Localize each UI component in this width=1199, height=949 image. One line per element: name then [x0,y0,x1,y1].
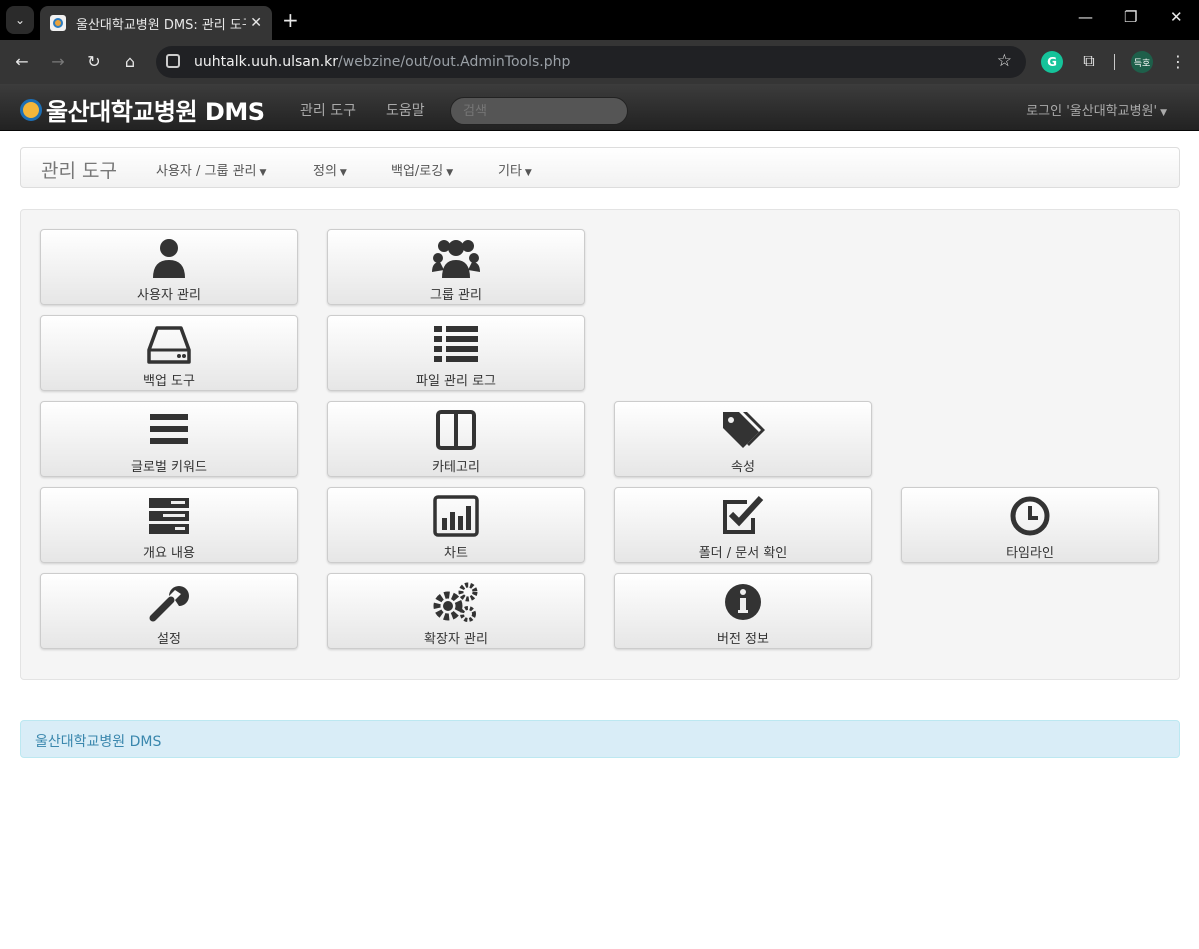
url-host: uuhtalk.uuh.ulsan.kr [194,54,339,70]
grammarly-extension-icon[interactable]: G [1041,51,1063,73]
tasks-icon [149,498,189,534]
attributes-button[interactable]: 속성 [614,401,872,477]
timeline-button[interactable]: 타임라인 [901,487,1159,563]
user-menu[interactable]: 로그인 '울산대학교병원' ▼ [1026,100,1167,119]
charts-button[interactable]: 차트 [327,487,585,563]
subnav-backup-logging-menu[interactable]: 백업/로깅 ▼ [391,160,453,179]
address-bar[interactable]: uuhtalk.uuh.ulsan.kr /webzine/out/out.Ad… [156,46,1026,78]
tile-label: 개요 내용 [143,546,195,561]
bookmark-star-icon[interactable]: ☆ [997,51,1012,71]
browser-tabbar: ⌄ 울산대학교병원 DMS: 관리 도구 ✕ + — ❐ ✕ [0,0,1199,40]
folder-document-check-button[interactable]: 폴더 / 문서 확인 [614,487,872,563]
user-menu-label: 로그인 '울산대학교병원' [1026,104,1158,119]
info-icon [725,584,761,620]
file-log-button[interactable]: 파일 관리 로그 [327,315,585,391]
extensions-puzzle-icon[interactable]: ⧉ [1078,51,1100,73]
subnav-item-label: 백업/로깅 [391,164,444,179]
nav-link-admin-tools[interactable]: 관리 도구 [300,100,356,120]
group-management-button[interactable]: 그룹 관리 [327,229,585,305]
profile-avatar[interactable]: 득호 [1131,51,1153,73]
hospital-logo-icon [20,98,42,121]
categories-button[interactable]: 카테고리 [327,401,585,477]
subnav-item-label: 정의 [313,164,337,179]
tile-label: 속성 [731,460,755,475]
toolbar-divider [1114,54,1115,70]
browser-tab[interactable]: 울산대학교병원 DMS: 관리 도구 ✕ [40,6,272,40]
reorder-icon [150,414,188,444]
columns-icon [436,410,476,450]
tile-label: 차트 [444,546,468,561]
tile-label: 확장자 관리 [424,632,488,647]
hdd-icon [147,326,191,364]
subnav-misc-menu[interactable]: 기타 ▼ [498,160,532,179]
admin-tools-panel: 사용자 관리 그룹 관리 백업 도구 파일 관리 로그 글로벌 키워드 카테고리… [20,209,1180,680]
reload-icon[interactable]: ↻ [84,52,104,71]
extension-management-button[interactable]: 확장자 관리 [327,573,585,649]
footer: 울산대학교병원 DMS [20,720,1180,758]
site-info-icon[interactable] [166,54,180,68]
caret-down-icon: ▼ [259,168,267,178]
tile-label: 타임라인 [1006,546,1054,561]
search-input[interactable] [450,97,628,125]
browser-menu-icon[interactable]: ⋮ [1170,52,1186,71]
tab-list-button[interactable]: ⌄ [6,6,34,34]
new-tab-icon[interactable]: + [282,8,299,32]
tab-title: 울산대학교병원 DMS: 관리 도구 [76,17,246,33]
tile-label: 버전 정보 [717,632,769,647]
caret-down-icon: ▼ [339,168,347,178]
subnav-user-group-menu[interactable]: 사용자 / 그룹 관리 ▼ [156,160,266,179]
tile-label: 설정 [157,632,181,647]
nav-link-help[interactable]: 도움말 [386,100,425,120]
version-info-button[interactable]: 버전 정보 [614,573,872,649]
wrench-icon [149,586,189,622]
user-management-button[interactable]: 사용자 관리 [40,229,298,305]
subnav-item-label: 사용자 / 그룹 관리 [156,164,257,179]
admin-subnav: 관리 도구 사용자 / 그룹 관리 ▼ 정의 ▼ 백업/로깅 ▼ 기타 ▼ [20,147,1180,188]
app-navbar: 울산대학교병원 DMS 관리 도구 도움말 로그인 '울산대학교병원'▼ [0,84,1199,131]
url-path: /webzine/out/out.AdminTools.php [338,54,571,70]
restore-icon[interactable]: ❐ [1124,8,1137,26]
caret-down-icon: ▼ [524,168,532,178]
tile-label: 백업 도구 [143,374,195,389]
caret-down-icon: ▼ [446,168,454,178]
global-keywords-button[interactable]: 글로벌 키워드 [40,401,298,477]
tile-label: 폴더 / 문서 확인 [698,546,788,561]
settings-button[interactable]: 설정 [40,573,298,649]
minimize-icon[interactable]: — [1078,8,1093,26]
tile-label: 파일 관리 로그 [415,374,497,389]
favicon-icon [50,15,66,31]
tags-icon [723,412,765,448]
list-icon [434,326,478,362]
forward-icon[interactable]: → [48,52,68,71]
subnav-title[interactable]: 관리 도구 [41,156,117,183]
tile-label: 카테고리 [432,460,480,475]
bar-chart-icon [433,495,479,537]
back-icon[interactable]: ← [12,52,32,71]
browser-toolbar: ← → ↻ ⌂ uuhtalk.uuh.ulsan.kr /webzine/ou… [0,40,1199,84]
cogs-icon [433,582,478,622]
clock-icon [1010,496,1050,536]
check-icon [723,495,764,534]
caret-down-icon: ▼ [1160,108,1167,118]
backup-tools-button[interactable]: 백업 도구 [40,315,298,391]
brand[interactable]: 울산대학교병원 DMS [20,92,265,127]
home-icon[interactable]: ⌂ [120,52,140,71]
close-tab-icon[interactable]: ✕ [250,15,262,31]
close-window-icon[interactable]: ✕ [1170,8,1183,26]
summary-content-button[interactable]: 개요 내용 [40,487,298,563]
tile-label: 그룹 관리 [430,288,482,303]
tile-label: 사용자 관리 [137,288,201,303]
group-icon [432,240,480,278]
subnav-definitions-menu[interactable]: 정의 ▼ [313,160,347,179]
user-icon [153,239,185,278]
tile-label: 글로벌 키워드 [131,460,207,475]
brand-text: 울산대학교병원 DMS [46,98,265,126]
subnav-item-label: 기타 [498,164,522,179]
